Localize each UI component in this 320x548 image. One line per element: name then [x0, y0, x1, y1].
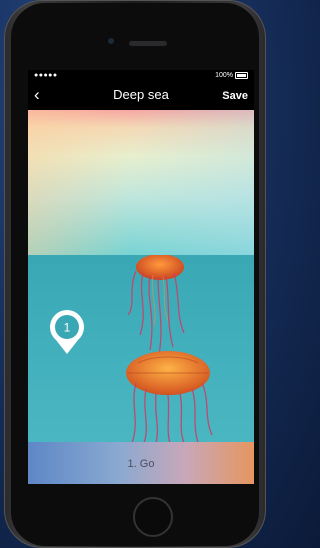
page-title: Deep sea: [113, 87, 169, 102]
color-gradient-preview[interactable]: [28, 110, 254, 255]
signal-indicator: ●●●●●: [34, 72, 58, 79]
battery-icon: [235, 72, 248, 79]
save-button[interactable]: Save: [222, 89, 248, 103]
front-camera: [108, 38, 114, 44]
app-screen: ●●●●● 100% ‹ Deep sea Save 1 1. Go: [28, 70, 254, 484]
home-button[interactable]: [133, 497, 173, 537]
status-bar: ●●●●● 100%: [28, 70, 254, 84]
battery-status: 100%: [215, 72, 248, 79]
marker-number: 1: [64, 321, 71, 335]
earpiece-speaker: [129, 41, 167, 46]
location-marker[interactable]: 1: [48, 308, 86, 356]
step-label: 1. Go: [127, 458, 155, 470]
battery-percent: 100%: [215, 72, 233, 79]
navigation-bar: ‹ Deep sea Save: [28, 84, 254, 108]
map-pin-icon: 1: [50, 310, 84, 354]
